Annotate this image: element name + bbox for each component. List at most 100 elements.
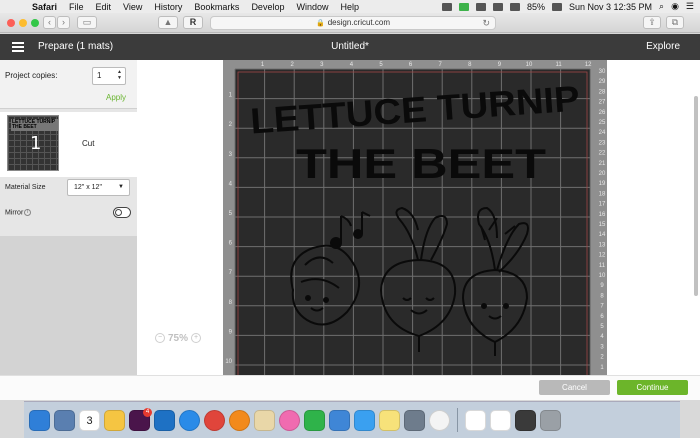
veggie-illustrations[interactable] — [290, 206, 529, 356]
numbers-icon[interactable] — [304, 409, 325, 431]
ruler-right-label: 8 — [600, 293, 604, 299]
menu-icon[interactable] — [12, 42, 24, 52]
menu-help[interactable]: Help — [340, 2, 359, 12]
material-size-select[interactable]: 12" x 12" ▼ — [67, 179, 130, 196]
messages-icon[interactable] — [354, 409, 375, 431]
ruler-right-label: 9 — [600, 283, 604, 289]
notification-center-icon[interactable]: ☰ — [686, 1, 694, 12]
document-icon[interactable] — [465, 409, 486, 431]
slack-icon[interactable]: 4 — [129, 407, 152, 431]
ruler-right-label: 19 — [599, 181, 606, 187]
photos-icon[interactable] — [429, 409, 450, 431]
dock-separator — [457, 408, 458, 432]
zoom-in-icon[interactable]: + — [191, 333, 202, 343]
dropbox-icon[interactable] — [441, 2, 452, 11]
siri-icon[interactable]: ◉ — [671, 1, 679, 12]
sidebar-icon[interactable]: ▭ — [77, 16, 97, 29]
copies-label: Project copies: — [5, 71, 58, 80]
cutting-mat: 1 2 3 4 5 6 7 8 9 10 11 12 1 2 3 4 5 6 7 8 9 10 30 29 28 27 26 25 24… — [223, 60, 607, 375]
battery-icon[interactable] — [551, 2, 562, 11]
finder-icon[interactable] — [29, 409, 50, 431]
search-icon[interactable]: ⌕ — [659, 1, 664, 12]
battery-percent[interactable]: 85% — [527, 2, 545, 12]
firefox-icon[interactable] — [229, 409, 250, 431]
vertical-scrollbar[interactable] — [694, 96, 698, 296]
mat-artwork[interactable]: 1 2 3 4 5 6 7 8 9 10 11 121234567891030292827262524… — [223, 60, 607, 375]
trello-icon[interactable] — [154, 409, 175, 431]
ruler-right-label: 2 — [600, 355, 604, 361]
zoom-window-button[interactable] — [31, 19, 39, 27]
menu-develop[interactable]: Develop — [251, 2, 284, 12]
copies-value: 1 — [97, 71, 102, 80]
mat-item[interactable]: LETTUCE TURNIP THE BEET 1 Cut — [0, 112, 137, 177]
apply-button[interactable]: Apply — [106, 93, 126, 102]
calendar-icon[interactable]: 3 — [79, 409, 100, 431]
ruler-right-label: 13 — [599, 242, 606, 248]
files-icon[interactable] — [515, 409, 536, 431]
preview-icon[interactable] — [54, 409, 75, 431]
menu-view[interactable]: View — [123, 2, 142, 12]
readability-icon[interactable]: R — [183, 16, 203, 29]
evernote-icon[interactable] — [458, 2, 469, 11]
explore-link[interactable]: Explore — [646, 41, 680, 52]
menu-bookmarks[interactable]: Bookmarks — [194, 2, 239, 12]
mat-thumbnail[interactable]: LETTUCE TURNIP THE BEET 1 — [7, 115, 59, 171]
turnip-icon — [461, 206, 529, 356]
mirror-label: Mirror i — [5, 209, 32, 216]
zoom-out-icon[interactable]: − — [155, 333, 165, 343]
wifi-icon[interactable] — [509, 2, 520, 11]
copies-section: Project copies: 1 ▲ ▼ Apply — [0, 60, 137, 109]
menu-window[interactable]: Window — [296, 2, 328, 12]
ruler-left-label: 8 — [229, 300, 233, 306]
itunes-icon[interactable] — [279, 409, 300, 431]
copies-input[interactable]: 1 ▲ ▼ — [92, 67, 126, 85]
menu-file[interactable]: File — [69, 2, 84, 12]
ruler-left-label: 6 — [229, 241, 233, 247]
menu-app[interactable]: Safari — [32, 2, 57, 12]
ruler-right-label: 15 — [599, 222, 606, 228]
zoom-control[interactable]: − 75% + — [155, 330, 211, 346]
stepper-icon[interactable]: ▲ ▼ — [117, 69, 122, 81]
info-icon[interactable]: i — [24, 209, 32, 216]
bookmark-extension-icon[interactable]: ▲ — [158, 16, 178, 29]
photo-icon[interactable] — [404, 409, 425, 431]
reload-icon[interactable]: ↻ — [482, 17, 490, 29]
minimize-window-button[interactable] — [19, 19, 27, 27]
url-text: design.cricut.com — [327, 18, 390, 27]
ruler-top-label: 7 — [439, 62, 443, 68]
mat-canvas[interactable]: 1 2 3 4 5 6 7 8 9 10 11 12 1 2 3 4 5 6 7 8 9 10 30 29 28 27 26 25 24… — [137, 60, 607, 375]
notes-icon[interactable] — [104, 409, 125, 431]
mirror-toggle[interactable] — [113, 207, 131, 218]
ruler-right-label: 11 — [599, 263, 606, 269]
ruler-right-label: 21 — [599, 161, 606, 167]
bluetooth-icon[interactable] — [492, 2, 503, 11]
ruler-right-label: 22 — [599, 151, 606, 157]
menu-history[interactable]: History — [154, 2, 182, 12]
keynote-icon[interactable] — [329, 409, 350, 431]
design-text-line2[interactable]: THE BEET — [296, 140, 546, 187]
continue-button[interactable]: Continue — [617, 380, 688, 395]
drive-icon[interactable] — [475, 2, 486, 11]
menu-edit[interactable]: Edit — [96, 2, 112, 12]
pencil-icon[interactable] — [254, 409, 275, 431]
clock[interactable]: Sun Nov 3 12:35 PM — [569, 2, 652, 12]
tabs-icon[interactable]: ⧉ — [666, 16, 684, 29]
forward-button[interactable]: › — [57, 16, 70, 29]
stickies-icon[interactable] — [379, 409, 400, 431]
back-button[interactable]: ‹ — [43, 16, 56, 29]
cancel-button[interactable]: Cancel — [539, 380, 610, 395]
ruler-right-label: 18 — [599, 191, 606, 197]
close-window-button[interactable] — [7, 19, 15, 27]
address-bar[interactable]: 🔒 design.cricut.com ↻ — [210, 16, 496, 30]
trash-icon[interactable] — [540, 409, 561, 431]
ruler-right-label: 17 — [599, 202, 606, 208]
safari-icon[interactable] — [179, 409, 200, 431]
ruler-top-label: 4 — [350, 62, 354, 68]
textedit-icon[interactable] — [490, 409, 511, 431]
chrome-icon[interactable] — [204, 409, 225, 431]
share-icon[interactable]: ⇪ — [643, 16, 661, 29]
cut-label: Cut — [82, 139, 95, 148]
prepare-sidebar: Project copies: 1 ▲ ▼ Apply LETTUCE TURNI… — [0, 60, 137, 375]
menubar: Safari File Edit View History Bookmarks … — [0, 0, 700, 13]
ruler-left-label: 4 — [229, 181, 233, 187]
